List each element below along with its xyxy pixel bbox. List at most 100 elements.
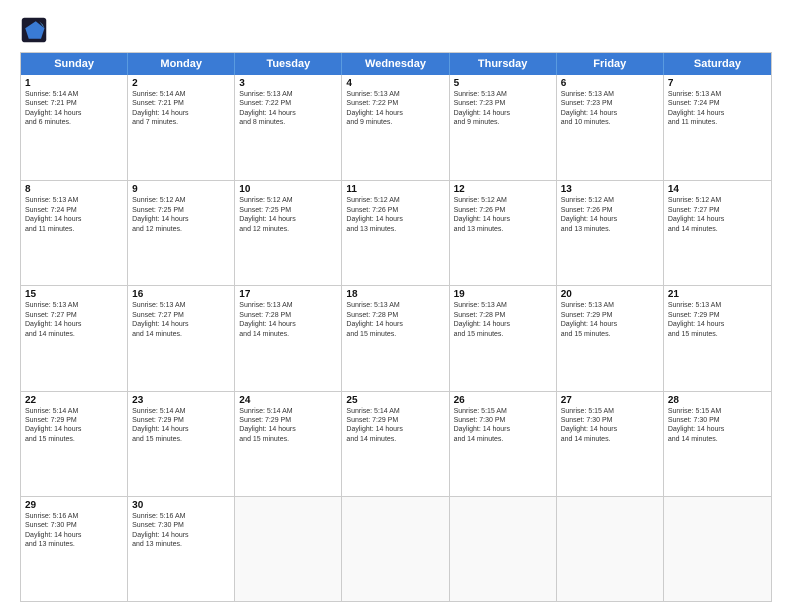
cell-info: Sunrise: 5:13 AMSunset: 7:23 PMDaylight:… — [454, 90, 552, 128]
cell-day-number: 3 — [239, 78, 337, 89]
calendar: SundayMondayTuesdayWednesdayThursdayFrid… — [20, 52, 772, 602]
cell-day-number: 1 — [25, 78, 123, 89]
calendar-row-5: 29Sunrise: 5:16 AMSunset: 7:30 PMDayligh… — [21, 496, 771, 601]
calendar-row-2: 8Sunrise: 5:13 AMSunset: 7:24 PMDaylight… — [21, 180, 771, 285]
calendar-cell — [450, 497, 557, 601]
calendar-cell: 25Sunrise: 5:14 AMSunset: 7:29 PMDayligh… — [342, 392, 449, 496]
cell-day-number: 6 — [561, 78, 659, 89]
cell-day-number: 13 — [561, 184, 659, 195]
calendar-cell — [557, 497, 664, 601]
cell-info: Sunrise: 5:13 AMSunset: 7:28 PMDaylight:… — [239, 301, 337, 339]
cell-info: Sunrise: 5:13 AMSunset: 7:23 PMDaylight:… — [561, 90, 659, 128]
cell-day-number: 18 — [346, 289, 444, 300]
cell-info: Sunrise: 5:16 AMSunset: 7:30 PMDaylight:… — [25, 512, 123, 550]
cell-day-number: 28 — [668, 395, 767, 406]
cell-info: Sunrise: 5:12 AMSunset: 7:27 PMDaylight:… — [668, 196, 767, 234]
cell-info: Sunrise: 5:14 AMSunset: 7:29 PMDaylight:… — [25, 407, 123, 445]
cell-info: Sunrise: 5:12 AMSunset: 7:26 PMDaylight:… — [346, 196, 444, 234]
cell-day-number: 16 — [132, 289, 230, 300]
cell-info: Sunrise: 5:15 AMSunset: 7:30 PMDaylight:… — [561, 407, 659, 445]
header-day-wednesday: Wednesday — [342, 53, 449, 75]
cell-info: Sunrise: 5:12 AMSunset: 7:26 PMDaylight:… — [561, 196, 659, 234]
cell-info: Sunrise: 5:13 AMSunset: 7:29 PMDaylight:… — [668, 301, 767, 339]
calendar-cell: 22Sunrise: 5:14 AMSunset: 7:29 PMDayligh… — [21, 392, 128, 496]
calendar-row-3: 15Sunrise: 5:13 AMSunset: 7:27 PMDayligh… — [21, 285, 771, 390]
page: SundayMondayTuesdayWednesdayThursdayFrid… — [0, 0, 792, 612]
calendar-cell: 3Sunrise: 5:13 AMSunset: 7:22 PMDaylight… — [235, 75, 342, 180]
cell-info: Sunrise: 5:13 AMSunset: 7:22 PMDaylight:… — [346, 90, 444, 128]
header — [20, 16, 772, 44]
calendar-cell: 28Sunrise: 5:15 AMSunset: 7:30 PMDayligh… — [664, 392, 771, 496]
cell-day-number: 5 — [454, 78, 552, 89]
calendar-cell: 12Sunrise: 5:12 AMSunset: 7:26 PMDayligh… — [450, 181, 557, 285]
cell-info: Sunrise: 5:13 AMSunset: 7:24 PMDaylight:… — [25, 196, 123, 234]
calendar-cell — [235, 497, 342, 601]
header-day-thursday: Thursday — [450, 53, 557, 75]
cell-day-number: 27 — [561, 395, 659, 406]
cell-day-number: 20 — [561, 289, 659, 300]
calendar-header: SundayMondayTuesdayWednesdayThursdayFrid… — [21, 53, 771, 75]
header-day-tuesday: Tuesday — [235, 53, 342, 75]
header-day-monday: Monday — [128, 53, 235, 75]
calendar-cell: 24Sunrise: 5:14 AMSunset: 7:29 PMDayligh… — [235, 392, 342, 496]
cell-day-number: 24 — [239, 395, 337, 406]
calendar-cell: 27Sunrise: 5:15 AMSunset: 7:30 PMDayligh… — [557, 392, 664, 496]
calendar-cell: 13Sunrise: 5:12 AMSunset: 7:26 PMDayligh… — [557, 181, 664, 285]
cell-day-number: 29 — [25, 500, 123, 511]
cell-info: Sunrise: 5:14 AMSunset: 7:21 PMDaylight:… — [25, 90, 123, 128]
cell-info: Sunrise: 5:13 AMSunset: 7:29 PMDaylight:… — [561, 301, 659, 339]
cell-day-number: 14 — [668, 184, 767, 195]
logo — [20, 16, 52, 44]
logo-icon — [20, 16, 48, 44]
cell-info: Sunrise: 5:12 AMSunset: 7:25 PMDaylight:… — [239, 196, 337, 234]
cell-info: Sunrise: 5:13 AMSunset: 7:28 PMDaylight:… — [454, 301, 552, 339]
cell-day-number: 26 — [454, 395, 552, 406]
cell-info: Sunrise: 5:14 AMSunset: 7:29 PMDaylight:… — [346, 407, 444, 445]
cell-day-number: 21 — [668, 289, 767, 300]
calendar-cell: 30Sunrise: 5:16 AMSunset: 7:30 PMDayligh… — [128, 497, 235, 601]
cell-info: Sunrise: 5:16 AMSunset: 7:30 PMDaylight:… — [132, 512, 230, 550]
cell-info: Sunrise: 5:14 AMSunset: 7:29 PMDaylight:… — [239, 407, 337, 445]
calendar-cell — [664, 497, 771, 601]
cell-info: Sunrise: 5:15 AMSunset: 7:30 PMDaylight:… — [668, 407, 767, 445]
cell-info: Sunrise: 5:14 AMSunset: 7:29 PMDaylight:… — [132, 407, 230, 445]
calendar-cell: 15Sunrise: 5:13 AMSunset: 7:27 PMDayligh… — [21, 286, 128, 390]
calendar-cell: 2Sunrise: 5:14 AMSunset: 7:21 PMDaylight… — [128, 75, 235, 180]
calendar-cell: 5Sunrise: 5:13 AMSunset: 7:23 PMDaylight… — [450, 75, 557, 180]
cell-info: Sunrise: 5:13 AMSunset: 7:27 PMDaylight:… — [132, 301, 230, 339]
cell-info: Sunrise: 5:13 AMSunset: 7:24 PMDaylight:… — [668, 90, 767, 128]
cell-day-number: 11 — [346, 184, 444, 195]
cell-day-number: 15 — [25, 289, 123, 300]
cell-day-number: 22 — [25, 395, 123, 406]
cell-day-number: 4 — [346, 78, 444, 89]
cell-info: Sunrise: 5:12 AMSunset: 7:26 PMDaylight:… — [454, 196, 552, 234]
cell-day-number: 17 — [239, 289, 337, 300]
cell-day-number: 19 — [454, 289, 552, 300]
header-day-saturday: Saturday — [664, 53, 771, 75]
cell-info: Sunrise: 5:13 AMSunset: 7:22 PMDaylight:… — [239, 90, 337, 128]
cell-info: Sunrise: 5:13 AMSunset: 7:27 PMDaylight:… — [25, 301, 123, 339]
calendar-body: 1Sunrise: 5:14 AMSunset: 7:21 PMDaylight… — [21, 75, 771, 601]
calendar-cell: 21Sunrise: 5:13 AMSunset: 7:29 PMDayligh… — [664, 286, 771, 390]
calendar-cell: 4Sunrise: 5:13 AMSunset: 7:22 PMDaylight… — [342, 75, 449, 180]
calendar-cell: 17Sunrise: 5:13 AMSunset: 7:28 PMDayligh… — [235, 286, 342, 390]
calendar-cell: 26Sunrise: 5:15 AMSunset: 7:30 PMDayligh… — [450, 392, 557, 496]
cell-day-number: 30 — [132, 500, 230, 511]
calendar-cell: 11Sunrise: 5:12 AMSunset: 7:26 PMDayligh… — [342, 181, 449, 285]
header-day-sunday: Sunday — [21, 53, 128, 75]
cell-day-number: 8 — [25, 184, 123, 195]
calendar-row-1: 1Sunrise: 5:14 AMSunset: 7:21 PMDaylight… — [21, 75, 771, 180]
calendar-cell: 29Sunrise: 5:16 AMSunset: 7:30 PMDayligh… — [21, 497, 128, 601]
cell-day-number: 23 — [132, 395, 230, 406]
calendar-cell: 1Sunrise: 5:14 AMSunset: 7:21 PMDaylight… — [21, 75, 128, 180]
calendar-row-4: 22Sunrise: 5:14 AMSunset: 7:29 PMDayligh… — [21, 391, 771, 496]
calendar-cell: 6Sunrise: 5:13 AMSunset: 7:23 PMDaylight… — [557, 75, 664, 180]
cell-info: Sunrise: 5:12 AMSunset: 7:25 PMDaylight:… — [132, 196, 230, 234]
calendar-cell: 7Sunrise: 5:13 AMSunset: 7:24 PMDaylight… — [664, 75, 771, 180]
cell-day-number: 10 — [239, 184, 337, 195]
calendar-cell: 9Sunrise: 5:12 AMSunset: 7:25 PMDaylight… — [128, 181, 235, 285]
cell-day-number: 9 — [132, 184, 230, 195]
calendar-cell: 18Sunrise: 5:13 AMSunset: 7:28 PMDayligh… — [342, 286, 449, 390]
calendar-cell: 16Sunrise: 5:13 AMSunset: 7:27 PMDayligh… — [128, 286, 235, 390]
calendar-cell: 10Sunrise: 5:12 AMSunset: 7:25 PMDayligh… — [235, 181, 342, 285]
